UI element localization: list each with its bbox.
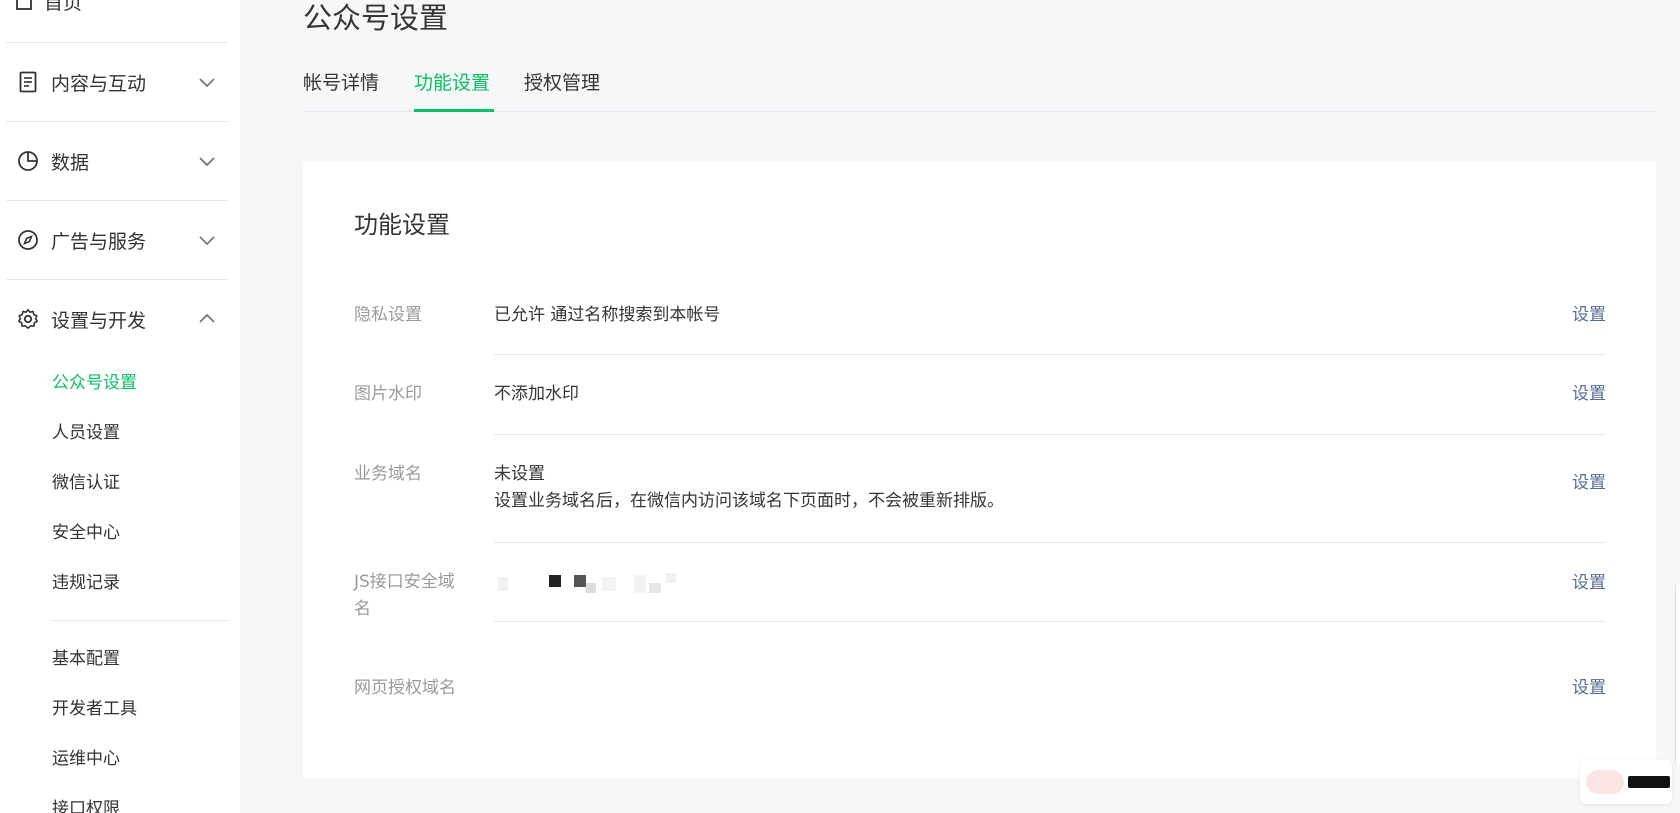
privacy-settings-label: 隐私设置 bbox=[354, 305, 422, 325]
row-divider bbox=[494, 354, 1606, 355]
sidebar-group-content[interactable]: 内容与互动 bbox=[6, 57, 228, 107]
active-tab-indicator bbox=[414, 109, 494, 112]
tab-feature-settings[interactable]: 功能设置 bbox=[414, 70, 490, 96]
sidebar-item-ops-center[interactable]: 运维中心 bbox=[52, 747, 120, 771]
image-watermark-label: 图片水印 bbox=[354, 384, 422, 404]
card-title: 功能设置 bbox=[354, 211, 450, 239]
sidebar-item-home[interactable]: 首页 bbox=[16, 0, 82, 15]
tab-bar: 帐号详情 功能设置 授权管理 bbox=[303, 66, 1656, 112]
business-domain-button[interactable]: 设置 bbox=[1572, 470, 1606, 497]
js-secure-domain-label-line2: 名 bbox=[354, 599, 371, 619]
sidebar-item-security-center[interactable]: 安全中心 bbox=[52, 521, 120, 545]
compass-icon bbox=[16, 228, 40, 252]
sidebar-item-home-label: 首页 bbox=[44, 0, 83, 14]
row-divider bbox=[494, 621, 1606, 622]
sidebar-item-violation-records[interactable]: 违规记录 bbox=[52, 571, 120, 595]
privacy-settings-value: 已允许 通过名称搜索到本帐号 bbox=[494, 305, 721, 325]
sidebar-group-label: 内容与互动 bbox=[51, 72, 147, 95]
feature-settings-card: 功能设置 隐私设置 已允许 通过名称搜索到本帐号 设置 图片水印 不添加水印 设… bbox=[303, 161, 1656, 778]
image-watermark-value: 不添加水印 bbox=[494, 384, 579, 404]
home-icon bbox=[16, 0, 32, 10]
sidebar-divider bbox=[6, 121, 228, 122]
sidebar-item-wechat-verify[interactable]: 微信认证 bbox=[52, 471, 120, 495]
floating-help-widget[interactable] bbox=[1580, 760, 1672, 804]
chevron-down-icon[interactable] bbox=[196, 71, 218, 93]
business-domain-note: 设置业务域名后，在微信内访问该域名下页面时，不会被重新排版。 bbox=[494, 491, 1004, 511]
pie-chart-icon bbox=[16, 149, 40, 173]
tab-authorization[interactable]: 授权管理 bbox=[524, 70, 600, 96]
tab-account-details[interactable]: 帐号详情 bbox=[303, 70, 379, 96]
sidebar-group-data[interactable]: 数据 bbox=[6, 136, 228, 186]
js-secure-domain-label-line1: JS接口安全域 bbox=[354, 572, 455, 592]
chevron-down-icon[interactable] bbox=[196, 150, 218, 172]
row-divider bbox=[494, 434, 1606, 435]
redacted-domain-value bbox=[494, 571, 704, 601]
sidebar-group-ads[interactable]: 广告与服务 bbox=[6, 215, 228, 265]
gear-icon bbox=[16, 307, 40, 331]
row-divider bbox=[494, 542, 1606, 543]
sidebar-group-settings[interactable]: 设置与开发 bbox=[6, 294, 228, 344]
page-title: 公众号设置 bbox=[303, 1, 449, 35]
chevron-up-icon[interactable] bbox=[196, 308, 218, 330]
web-auth-domain-label: 网页授权域名 bbox=[354, 678, 456, 698]
sidebar-divider bbox=[6, 42, 228, 43]
chevron-down-icon[interactable] bbox=[196, 229, 218, 251]
js-secure-domain-button[interactable]: 设置 bbox=[1572, 570, 1606, 597]
document-icon bbox=[16, 70, 40, 94]
sidebar-item-staff-settings[interactable]: 人员设置 bbox=[52, 421, 120, 445]
sidebar-group-label: 广告与服务 bbox=[51, 230, 147, 253]
sidebar-group-label: 数据 bbox=[51, 151, 90, 174]
web-auth-domain-button[interactable]: 设置 bbox=[1572, 675, 1606, 702]
business-domain-label: 业务域名 bbox=[354, 464, 422, 484]
sidebar-group-label: 设置与开发 bbox=[51, 309, 147, 332]
sidebar-item-api-permissions[interactable]: 接口权限 bbox=[52, 797, 120, 813]
sidebar-divider bbox=[6, 200, 228, 201]
business-domain-value: 未设置 bbox=[494, 464, 545, 484]
sidebar: 首页 内容与互动 数据 广告与服务 设置与开发 公众号设置 人员设置 微信认证 … bbox=[0, 0, 240, 813]
right-panel-edge bbox=[1675, 585, 1680, 765]
redacted-label bbox=[1628, 776, 1670, 788]
image-watermark-button[interactable]: 设置 bbox=[1572, 381, 1606, 408]
sidebar-item-dev-tools[interactable]: 开发者工具 bbox=[52, 697, 137, 721]
sidebar-item-account-settings[interactable]: 公众号设置 bbox=[52, 371, 137, 395]
sidebar-divider bbox=[52, 620, 228, 621]
sidebar-divider bbox=[6, 279, 228, 280]
chat-bubble-icon bbox=[1586, 770, 1624, 794]
privacy-settings-button[interactable]: 设置 bbox=[1572, 302, 1606, 329]
sidebar-item-basic-config[interactable]: 基本配置 bbox=[52, 647, 120, 671]
